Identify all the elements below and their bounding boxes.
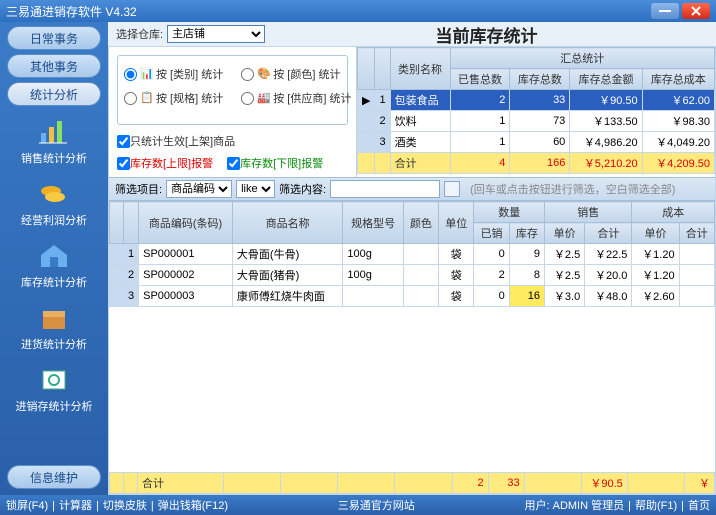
house-icon [36,240,72,272]
status-link[interactable]: 弹出钱箱(F12) [158,500,228,512]
chart-icon [36,116,72,148]
table-row[interactable]: ▶1包装食品233￥90.50￥62.00 [358,90,715,111]
sidebar-pill-stats[interactable]: 统计分析 [7,82,101,106]
filter-op-select[interactable]: like [236,180,275,198]
status-center-link[interactable]: 三易通官方网站 [338,497,415,513]
sidebar-pill-info[interactable]: 信息维护 [7,465,101,489]
status-link[interactable]: 锁屏(F4) [6,500,48,512]
radio-by-spec[interactable]: 📋按 [规格] 统计 [124,90,223,106]
close-button[interactable] [682,3,710,19]
sidebar-item-stock-stats[interactable]: 库存统计分析 [21,240,87,290]
checkbox-alarm-upper[interactable]: 库存数[上限]报警 [117,155,213,171]
sidebar-item-sales-stats[interactable]: 销售统计分析 [21,116,87,166]
summary-total-row: 合计 4 166 ￥5,210.20 ￥4,209.50 [358,153,715,174]
sidebar-pill-daily[interactable]: 日常事务 [7,26,101,50]
status-link[interactable]: 首页 [688,500,710,512]
box-icon [36,302,72,334]
filter-label: 筛选项目: [115,181,162,197]
page-title: 当前库存统计 [265,22,708,47]
radio-by-supplier[interactable]: 🏭按 [供应商] 统计 [241,90,351,106]
title-bar: 三易通进销存软件 V4.32 [0,0,716,22]
radio-by-category[interactable]: 📊按 [类别] 统计 [124,66,223,82]
sidebar-pill-other[interactable]: 其他事务 [7,54,101,78]
status-link[interactable]: 帮助(F1) [635,500,677,512]
status-link[interactable]: 计算器 [59,500,92,512]
app-title: 三易通进销存软件 V4.32 [6,3,648,20]
detail-total-row: 合计 2 33 ￥90.5 ￥ [109,472,715,494]
filter-input[interactable] [330,180,440,198]
warehouse-label: 选择仓库: [116,26,163,42]
product-detail-table[interactable]: 商品编码(条码) 商品名称 规格型号 颜色 单位 数量 销售 成本 已销 库存 [109,201,715,472]
table-row[interactable]: 2SP000002大骨面(猪骨)100g袋28￥2.5￥20.0￥1.20 [110,265,715,286]
content-area: 选择仓库: 主店铺 当前库存统计 📊按 [类别] 统计 🎨按 [颜色] 统计 📋… [108,22,716,495]
table-row[interactable]: 3酒类160￥4,986.20￥4,049.20 [358,132,715,153]
status-bar: 锁屏(F4)|计算器|切换皮肤|弹出钱箱(F12) 三易通官方网站 用户: AD… [0,495,716,515]
coins-icon [36,178,72,210]
status-link[interactable]: 切换皮肤 [103,500,147,512]
sidebar: 日常事务 其他事务 统计分析 销售统计分析 经营利润分析 库存统计分析 进货统计… [0,22,108,495]
checkbox-alarm-lower[interactable]: 库存数[下限]报警 [227,155,323,171]
sidebar-item-profit[interactable]: 经营利润分析 [21,178,87,228]
stat-options-panel: 📊按 [类别] 统计 🎨按 [颜色] 统计 📋按 [规格] 统计 🏭按 [供应商… [109,47,357,177]
table-row[interactable]: 1SP000001大骨面(牛骨)100g袋09￥2.5￥22.5￥1.20 [110,244,715,265]
checkbox-only-onshelf[interactable]: 只统计生效[上架]商品 [117,133,348,149]
radio-by-color[interactable]: 🎨按 [颜色] 统计 [241,66,340,82]
filter-content-label: 筛选内容: [279,181,326,197]
top-controls: 选择仓库: 主店铺 当前库存统计 [108,22,716,46]
minimize-button[interactable] [651,3,679,19]
filter-apply-button[interactable] [444,181,460,197]
filter-bar: 筛选项目: 商品编码 like 筛选内容: (回车或点击按钮进行筛选，空白筛选全… [109,177,715,201]
category-summary-table[interactable]: 类别名称 汇总统计 已售总数 库存总数 库存总金额 库存总成本 ▶1包装食品23… [357,47,715,177]
warehouse-select[interactable]: 主店铺 [167,25,265,43]
filter-column-select[interactable]: 商品编码 [166,180,232,198]
sidebar-item-purchase-stats[interactable]: 进货统计分析 [21,302,87,352]
filter-hint: (回车或点击按钮进行筛选，空白筛选全部) [470,181,675,197]
cycle-icon [36,364,72,396]
status-link[interactable]: 用户: ADMIN 管理员 [525,500,625,512]
sidebar-item-jxc-stats[interactable]: 进销存统计分析 [16,364,93,414]
table-row[interactable]: 3SP000003康师傅红烧牛肉面袋016￥3.0￥48.0￥2.60 [110,286,715,307]
table-row[interactable]: 2饮料173￥133.50￥98.30 [358,111,715,132]
